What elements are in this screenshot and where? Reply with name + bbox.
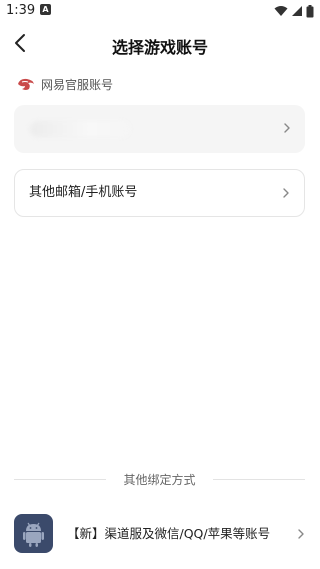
other-bind-divider: 其他绑定方式 bbox=[14, 470, 305, 488]
blurred-account-name bbox=[30, 121, 130, 137]
other-account-button[interactable]: 其他邮箱/手机账号 bbox=[14, 169, 305, 217]
status-time: 1:39 bbox=[6, 3, 36, 18]
divider-line-right bbox=[213, 479, 305, 480]
battery-icon bbox=[306, 4, 314, 17]
status-bar: 1:39 A bbox=[0, 0, 320, 22]
netease-account-card[interactable] bbox=[14, 105, 305, 153]
status-icons bbox=[274, 4, 314, 18]
channel-bind-label: 【新】渠道服及微信/QQ/苹果等账号 bbox=[67, 526, 271, 541]
notification-app-icon: A bbox=[40, 4, 51, 15]
chevron-right-icon bbox=[283, 188, 289, 198]
netease-section-label: 网易官服账号 bbox=[41, 77, 114, 92]
android-app-icon bbox=[14, 514, 53, 553]
signal-icon bbox=[292, 6, 302, 16]
header: 选择游戏账号 bbox=[0, 24, 320, 64]
other-account-label: 其他邮箱/手机账号 bbox=[29, 185, 138, 200]
chevron-right-icon bbox=[298, 529, 304, 539]
chevron-right-icon bbox=[284, 123, 290, 133]
channel-bind-button[interactable]: 【新】渠道服及微信/QQ/苹果等账号 bbox=[14, 514, 305, 554]
wifi-icon bbox=[274, 6, 288, 16]
android-icon bbox=[23, 522, 44, 547]
page-title: 选择游戏账号 bbox=[111, 38, 208, 57]
netease-section-header: 网易官服账号 bbox=[16, 75, 113, 93]
netease-logo-icon bbox=[18, 78, 34, 90]
